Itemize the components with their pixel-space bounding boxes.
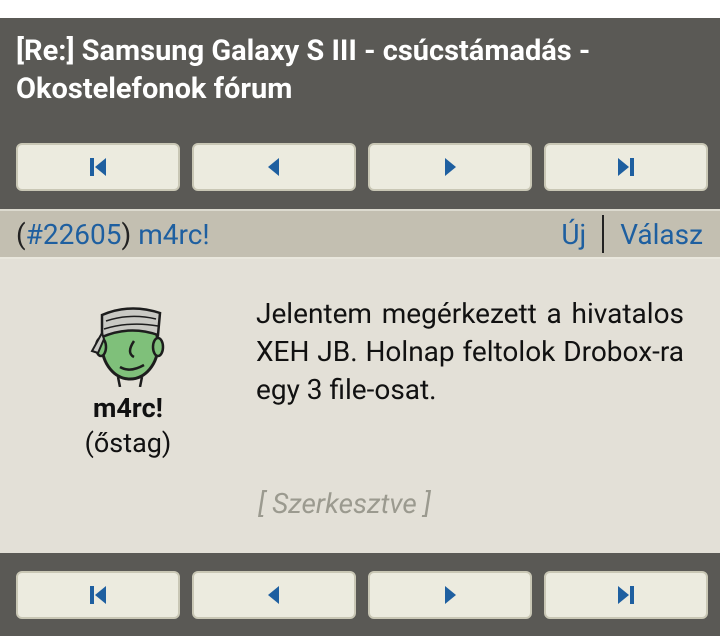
reply-link[interactable]: Válasz [620, 218, 703, 251]
page-header: [Re:] Samsung Galaxy S III - csúcstámadá… [0, 18, 720, 209]
next-page-button[interactable] [368, 571, 532, 619]
bottom-pager [16, 571, 708, 619]
author-name: m4rc! [93, 392, 163, 424]
skip-last-icon [618, 586, 634, 604]
skip-first-icon [90, 158, 106, 176]
new-link[interactable]: Új [561, 218, 586, 251]
paren-open: ( [16, 217, 26, 251]
top-pager [16, 143, 708, 191]
edited-link[interactable]: [ Szerkesztve ] [258, 487, 431, 520]
post-header-bar: (#22605) m4rc! Új Válasz [0, 209, 720, 259]
first-page-button[interactable] [16, 143, 180, 191]
post-text: Jelentem megérkezett a hivatalos XEH JB.… [256, 297, 684, 406]
post-number-link[interactable]: #22605 [26, 218, 122, 251]
prev-page-button[interactable] [192, 571, 356, 619]
author-rank: (őstag) [84, 427, 172, 459]
next-icon [445, 158, 456, 176]
page-footer [0, 553, 720, 636]
post-body: m4rc! (őstag) Jelentem megérkezett a hiv… [0, 259, 720, 553]
next-page-button[interactable] [368, 143, 532, 191]
first-page-button[interactable] [16, 571, 180, 619]
last-page-button[interactable] [544, 571, 708, 619]
prev-icon [268, 586, 279, 604]
last-page-button[interactable] [544, 143, 708, 191]
top-gap [0, 0, 720, 18]
separator [602, 215, 605, 253]
author-link[interactable]: m4rc! [138, 218, 209, 251]
skip-first-icon [90, 586, 106, 604]
avatar[interactable] [90, 295, 166, 387]
author-block: m4rc! (őstag) [40, 295, 216, 461]
page-title: [Re:] Samsung Galaxy S III - csúcstámadá… [16, 34, 591, 106]
prev-page-button[interactable] [192, 143, 356, 191]
prev-icon [268, 158, 279, 176]
skip-last-icon [618, 158, 634, 176]
next-icon [445, 586, 456, 604]
paren-close: ) [121, 217, 132, 251]
